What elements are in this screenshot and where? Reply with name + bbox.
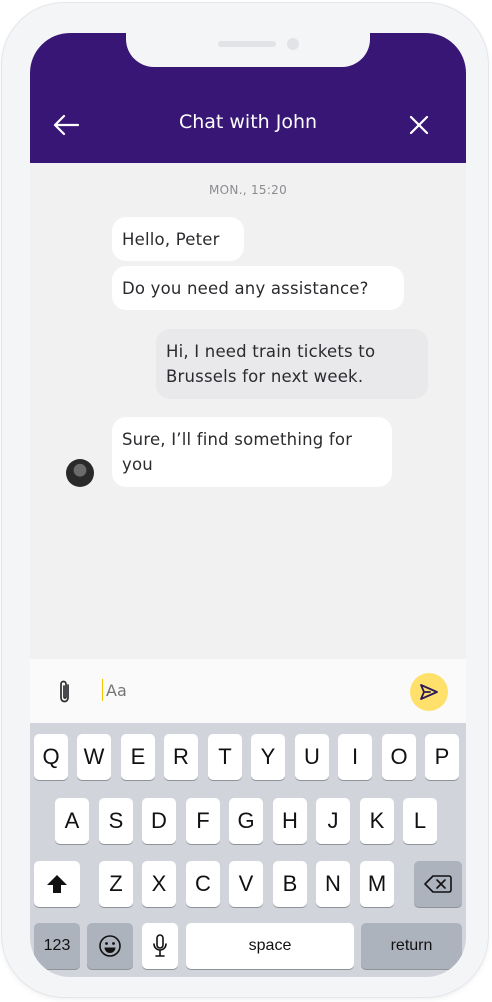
key-u[interactable]: U [295, 734, 329, 780]
front-camera [287, 38, 299, 50]
key-c[interactable]: C [186, 861, 220, 907]
key-a[interactable]: A [55, 798, 89, 844]
key-x[interactable]: X [142, 861, 176, 907]
key-h[interactable]: H [273, 798, 307, 844]
key-i[interactable]: I [338, 734, 372, 780]
emoji-icon [99, 935, 121, 957]
key-y[interactable]: Y [251, 734, 285, 780]
message-bubble-agent: Hello, Peter [112, 217, 244, 261]
key-e[interactable]: E [121, 734, 155, 780]
key-r[interactable]: R [164, 734, 198, 780]
shift-key[interactable] [34, 861, 80, 907]
key-f[interactable]: F [186, 798, 220, 844]
backspace-key[interactable] [414, 861, 462, 907]
shift-icon [47, 875, 67, 893]
phone-frame: Chat with John MON., 15:20 Hello, Peter … [2, 3, 488, 997]
chat-title: Chat with John [178, 111, 318, 133]
keyboard: Q W E R T Y U I O P A S D F G H J K L Z … [30, 723, 466, 977]
phone-notch [126, 33, 370, 67]
key-z[interactable]: Z [99, 861, 133, 907]
screen: Chat with John MON., 15:20 Hello, Peter … [30, 33, 466, 977]
message-text-line: Sure, I’ll find something for [122, 430, 353, 449]
key-p[interactable]: P [425, 734, 459, 780]
text-caret [102, 679, 103, 701]
avatar [66, 459, 94, 487]
message-input[interactable] [106, 679, 386, 701]
key-l[interactable]: L [403, 798, 437, 844]
message-text: Do you need any assistance? [122, 279, 369, 298]
send-button[interactable] [410, 673, 448, 711]
key-b[interactable]: B [273, 861, 307, 907]
key-n[interactable]: N [316, 861, 350, 907]
key-j[interactable]: J [316, 798, 350, 844]
close-icon[interactable] [408, 114, 430, 136]
key-s[interactable]: S [99, 798, 133, 844]
message-bubble-user: Hi, I need train tickets to Brussels for… [156, 329, 428, 399]
message-text-line: you [122, 455, 153, 474]
microphone-key[interactable] [142, 923, 178, 969]
paperclip-icon[interactable] [58, 679, 72, 705]
key-d[interactable]: D [142, 798, 176, 844]
emoji-key[interactable] [87, 923, 133, 969]
key-q[interactable]: Q [34, 734, 68, 780]
message-bubble-agent: Do you need any assistance? [112, 266, 404, 310]
backspace-icon [424, 875, 452, 893]
numbers-key[interactable]: 123 [34, 923, 80, 969]
message-text-line: Brussels for next week. [166, 367, 364, 386]
key-o[interactable]: O [382, 734, 416, 780]
send-icon [420, 684, 438, 700]
microphone-icon [153, 934, 167, 957]
key-g[interactable]: G [229, 798, 263, 844]
key-v[interactable]: V [229, 861, 263, 907]
speaker-grille [218, 41, 276, 47]
key-k[interactable]: K [360, 798, 394, 844]
chat-header: Chat with John [30, 33, 466, 163]
key-t[interactable]: T [208, 734, 242, 780]
space-key[interactable]: space [186, 923, 354, 969]
return-key[interactable]: return [361, 923, 462, 969]
message-text: Hello, Peter [122, 230, 220, 249]
message-bubble-agent: Sure, I’ll find something for you [112, 417, 392, 487]
message-timestamp: MON., 15:20 [208, 183, 288, 197]
key-m[interactable]: M [360, 861, 394, 907]
message-text-line: Hi, I need train tickets to [166, 342, 376, 361]
key-w[interactable]: W [77, 734, 111, 780]
